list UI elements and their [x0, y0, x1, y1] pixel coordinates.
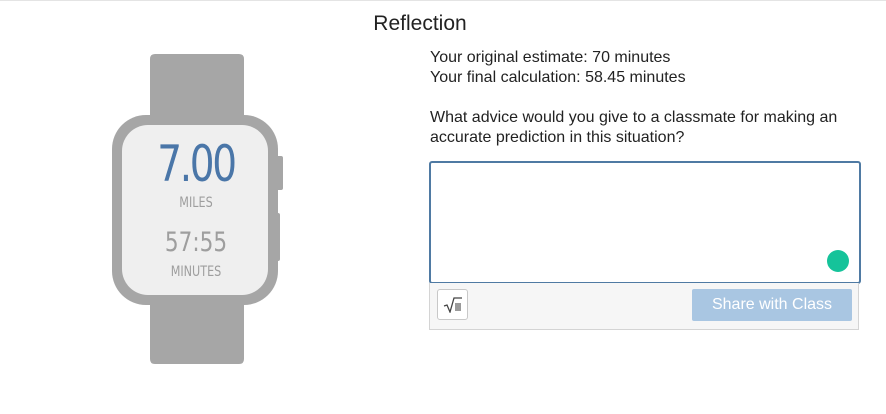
- distance-unit: MILES: [179, 195, 213, 211]
- watch-screen: 7.00 MILES 57:55 MINUTES: [122, 125, 270, 293]
- original-estimate: Your original estimate: 70 minutes: [430, 49, 671, 66]
- response-field-container: [429, 161, 861, 284]
- final-calculation: Your final calculation: 58.45 minutes: [430, 69, 686, 86]
- time-unit: MINUTES: [170, 264, 222, 280]
- square-root-icon: [443, 297, 462, 313]
- reflection-page: Reflection 7.00 MILES 57:55 MINUTES Your…: [0, 0, 886, 414]
- response-input[interactable]: [431, 163, 859, 282]
- distance-value: 7.00: [157, 135, 237, 193]
- page-title: Reflection: [373, 12, 467, 35]
- reflection-question: What advice would you give to a classmat…: [430, 109, 838, 146]
- results-summary: Your original estimate: 70 minutes Your …: [430, 48, 686, 88]
- top-divider: [0, 0, 886, 1]
- share-with-class-button[interactable]: Share with Class: [692, 289, 852, 321]
- grammar-assistant-icon[interactable]: [827, 250, 849, 272]
- response-toolbar: Share with Class: [429, 283, 859, 330]
- math-input-button[interactable]: [437, 289, 468, 320]
- time-value: 57:55: [164, 227, 228, 258]
- smartwatch-illustration: 7.00 MILES 57:55 MINUTES: [112, 53, 284, 365]
